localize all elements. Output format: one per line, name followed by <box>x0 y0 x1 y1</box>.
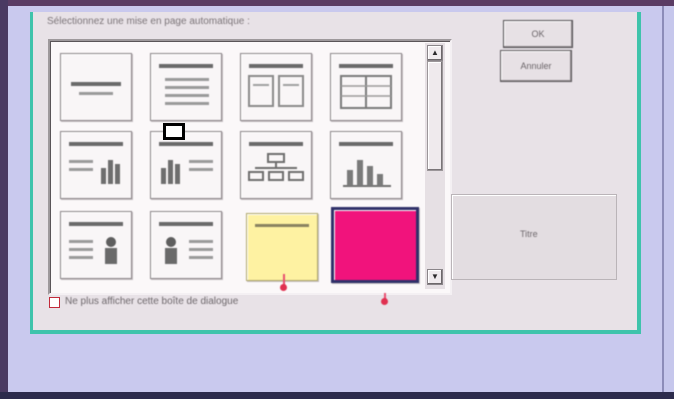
annotation-marker <box>381 298 388 305</box>
title-only-icon <box>255 224 309 227</box>
table-icon <box>339 64 393 109</box>
layout-text-and-clip-art[interactable] <box>60 211 132 279</box>
dialog-prompt: Sélectionnez une mise en page automatiqu… <box>47 16 250 27</box>
scroll-down-arrow-icon[interactable]: ▼ <box>427 269 443 285</box>
two-column-text-icon <box>248 64 304 107</box>
layout-two-columns[interactable] <box>240 53 312 121</box>
dont-show-checkbox[interactable] <box>49 297 60 308</box>
layout-chart-and-text[interactable] <box>150 131 222 199</box>
gallery-scrollbar[interactable]: ▲ ▼ <box>425 43 445 289</box>
layout-blank[interactable] <box>331 207 419 283</box>
new-slide-dialog: Sélectionnez une mise en page automatiqu… <box>30 12 641 334</box>
left-border <box>0 0 8 399</box>
ok-button[interactable]: OK <box>503 20 573 48</box>
bottom-border <box>0 392 674 399</box>
layout-title-slide[interactable] <box>60 53 132 121</box>
chart-icon <box>339 142 393 187</box>
clipart-text-icon <box>159 222 213 264</box>
selection-marker-box <box>163 123 185 140</box>
text-clipart-icon <box>69 222 123 264</box>
annotation-marker <box>280 284 287 291</box>
layout-clip-art-and-text[interactable] <box>150 211 222 279</box>
org-chart-icon <box>248 142 304 181</box>
layout-title-only[interactable] <box>246 213 318 281</box>
layout-gallery[interactable]: ▲ ▼ <box>48 39 452 295</box>
layout-bulleted-list[interactable] <box>150 53 222 121</box>
bulleted-list-icon <box>159 64 213 105</box>
scrollbar-thumb[interactable] <box>427 61 443 171</box>
layout-preview: Titre <box>451 194 617 280</box>
text-chart-icon <box>69 142 123 184</box>
title-slide-icon <box>71 82 121 95</box>
layout-text-and-chart[interactable] <box>60 131 132 199</box>
layout-table[interactable] <box>330 53 402 121</box>
outer-window: Sélectionnez une mise en page automatiqu… <box>8 6 664 392</box>
cancel-button[interactable]: Annuler <box>500 50 572 82</box>
preview-layout-name: Titre <box>520 229 538 239</box>
layout-chart[interactable] <box>330 131 402 199</box>
layout-organization-chart[interactable] <box>240 131 312 199</box>
chart-text-icon <box>159 142 213 184</box>
dont-show-label: Ne plus afficher cette boîte de dialogue <box>65 296 239 307</box>
scroll-up-arrow-icon[interactable]: ▲ <box>427 45 443 61</box>
